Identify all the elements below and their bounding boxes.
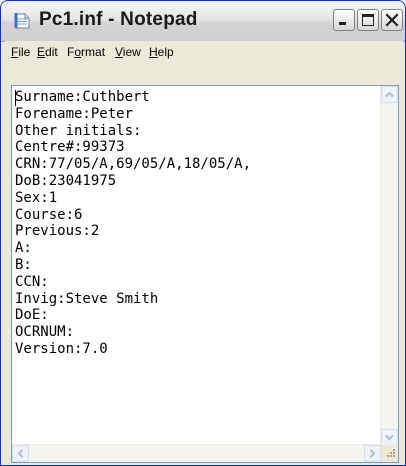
text-line: Surname:Cuthbert [15,89,150,105]
horizontal-scrollbar[interactable] [12,444,381,462]
maximize-button[interactable] [357,9,379,31]
menu-format[interactable]: Format [67,45,105,59]
text-line: Sex:1 [15,189,58,206]
text-line: Previous:2 [15,223,100,240]
notepad-window: Pc1.inf - Notepad File Edit Format View … [0,0,406,466]
vertical-scrollbar[interactable] [380,86,398,446]
menu-file[interactable]: File [11,45,30,59]
text-line: OCRNUM: [15,324,75,341]
minimize-icon [339,22,346,25]
text-line: Course:6 [15,206,83,223]
title-bar[interactable]: Pc1.inf - Notepad [1,1,405,42]
window-title: Pc1.inf - Notepad [39,9,198,30]
text-line: CCN: [15,273,49,290]
text-line: Invig:Steve Smith [15,290,159,307]
scroll-left-arrow-icon [17,449,24,458]
text-line: DoB:23041975 [15,172,117,189]
text-line: Other initials: [15,122,142,139]
notepad-icon[interactable] [13,12,31,30]
scroll-right-button[interactable] [364,445,381,462]
text-line: DoE: [15,307,49,324]
text-line: B: [15,256,32,273]
scroll-left-button[interactable] [12,445,29,462]
scroll-up-arrow-icon [385,91,394,98]
close-icon [385,13,399,27]
text-line: Version:7.0 [15,340,108,357]
menu-bar: File Edit Format View Help [5,41,403,63]
scroll-up-button[interactable] [381,86,398,103]
text-line: Centre#:99373 [15,139,125,156]
menu-view[interactable]: View [115,45,141,59]
menu-edit[interactable]: Edit [37,45,58,59]
scroll-right-arrow-icon [369,449,376,458]
text-caret [15,90,16,106]
text-editor[interactable]: Surname:Cuthbert Forename:Peter Other in… [11,85,399,463]
scroll-down-button[interactable] [381,429,398,446]
text-line: CRN:77/05/A,69/05/A,18/05/A, [15,156,252,173]
close-button[interactable] [381,9,403,31]
minimize-button[interactable] [333,9,355,31]
document-text[interactable]: Surname:Cuthbert Forename:Peter Other in… [15,89,377,439]
maximize-icon [362,14,374,26]
scroll-down-arrow-icon [385,434,394,441]
text-line: A: [15,240,32,257]
resize-grip-icon[interactable] [381,445,398,462]
menu-help[interactable]: Help [149,45,174,59]
text-line: Forename:Peter [15,105,134,122]
